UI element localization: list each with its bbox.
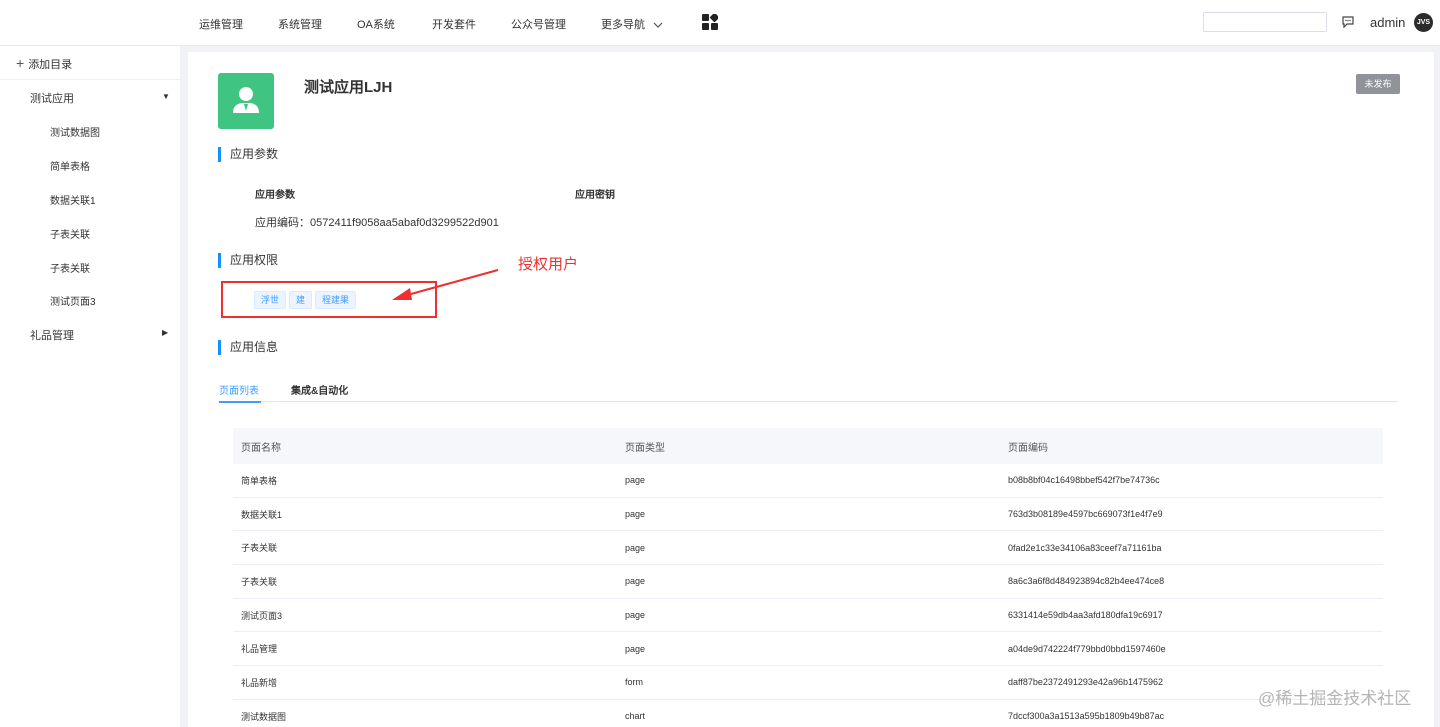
section-params-title: 应用参数 [218,147,278,162]
nav-oa[interactable]: OA系统 [357,16,395,32]
section-info-title: 应用信息 [218,340,278,355]
cell-name: 简单表格 [241,475,278,486]
nav-wechat[interactable]: 公众号管理 [511,16,566,32]
info-tabs: 页面列表 集成&自动化 [218,374,1398,403]
table-header: 页面名称 页面类型 页面编码 [233,428,1383,464]
caret-right-icon[interactable]: ▶ [162,328,168,337]
secret-label: 应用密钥 [575,190,615,201]
table-row[interactable]: 数据关联1 page 763d3b08189e4597bc669073f1e4f… [233,498,1383,532]
cell-name: 礼品管理 [241,644,278,655]
nav-ops[interactable]: 运维管理 [199,16,243,32]
sidebar-item[interactable]: 子表关联 [50,226,90,241]
apps-grid-icon[interactable] [702,12,720,30]
cell-code: b08b8bf04c16498bbef542f7be74736c [1008,475,1160,486]
nav-more[interactable]: 更多导航 [601,16,663,32]
permission-tags: 浮世建程建果 [254,291,359,309]
cell-type: page [625,475,646,486]
table-row[interactable]: 子表关联 page 0fad2e1c33e34106a83ceef7a71161… [233,531,1383,566]
cell-type: page [625,610,646,621]
message-icon[interactable] [1341,15,1355,29]
cell-name: 数据关联1 [241,509,283,520]
cell-code: 763d3b08189e4597bc669073f1e4f7e9 [1008,509,1163,520]
header-type: 页面类型 [625,442,665,454]
table-row[interactable]: 子表关联 page 8a6c3a6f8d484923894c82b4ee474c… [233,565,1383,599]
app-title: 测试应用LJH [304,79,393,96]
nav-system[interactable]: 系统管理 [278,16,322,32]
add-directory-button[interactable]: + 添加目录 [16,55,72,72]
add-directory-label: 添加目录 [28,59,73,71]
publish-status-button[interactable]: 未发布 [1356,74,1400,94]
app-code: 应用编码：0572411f9058aa5abaf0d3299522d901 [255,217,499,229]
table-row[interactable]: 测试页面3 page 6331414e59db4aa3afd180dfa19c6… [233,599,1383,633]
user-tag[interactable]: 程建果 [315,291,357,309]
sidebar-divider [0,79,180,80]
cell-name: 子表关联 [241,576,278,587]
page-table: 页面名称 页面类型 页面编码 简单表格 page b08b8bf04c16498… [233,428,1383,727]
cell-type: page [625,643,646,654]
nav-devkit[interactable]: 开发套件 [432,16,476,32]
cell-name: 测试数据图 [241,711,287,722]
sidebar: + 添加目录 测试应用 ▼ 测试数据图 简单表格 数据关联1 子表关联 子表关联 … [0,46,180,727]
cell-type: page [625,576,646,587]
table-row[interactable]: 测试数据图 chart 7dccf300a3a1513a595b1809b49b… [233,700,1383,727]
cell-code: 8a6c3a6f8d484923894c82b4ee474ce8 [1008,576,1165,587]
sidebar-item[interactable]: 测试数据图 [50,124,100,139]
top-navbar: 运维管理 系统管理 OA系统 开发套件 公众号管理 更多导航 admin JVS [0,0,1440,46]
app-detail-panel: 测试应用LJH 未发布 应用参数 应用参数 应用密钥 应用编码：0572411f… [188,52,1434,727]
cell-code: 7dccf300a3a1513a595b1809b49b87ac [1008,711,1165,722]
search-input[interactable] [1203,12,1327,32]
sidebar-group-gift[interactable]: 礼品管理 [30,327,74,343]
cell-name: 子表关联 [241,543,278,554]
header-code: 页面编码 [1008,442,1048,454]
avatar[interactable]: JVS [1414,13,1433,32]
cell-type: chart [625,711,646,722]
active-tab-indicator [219,401,261,403]
plus-icon: + [16,55,25,71]
cell-type: page [625,509,646,520]
user-tag[interactable]: 浮世 [254,291,287,309]
table-row[interactable]: 礼品新增 form daff87be2372491293e42a96b14759… [233,666,1383,700]
cell-name: 测试页面3 [241,610,283,621]
cell-type: page [625,542,646,553]
param-label: 应用参数 [255,190,295,201]
cell-name: 礼品新增 [241,677,278,688]
sidebar-item[interactable]: 数据关联1 [50,192,96,207]
sidebar-item[interactable]: 测试页面3 [50,293,96,308]
app-icon [218,73,274,129]
sidebar-item[interactable]: 子表关联 [50,260,90,275]
caret-down-icon[interactable]: ▼ [162,92,170,101]
cell-code: daff87be2372491293e42a96b1475962 [1008,677,1163,688]
sidebar-item[interactable]: 简单表格 [50,158,90,173]
nav-more-label: 更多导航 [601,19,645,31]
watermark: @稀土掘金技术社区 [1258,689,1412,708]
annotation-label: 授权用户 [518,256,579,273]
tab-page-list[interactable]: 页面列表 [219,382,259,397]
chevron-down-icon [653,19,663,31]
cell-code: a04de9d742224f779bbd0bbd1597460e [1008,643,1166,654]
annotation-arrow-icon [392,269,499,300]
cell-code: 6331414e59db4aa3afd180dfa19c6917 [1008,610,1163,621]
cell-code: 0fad2e1c33e34106a83ceef7a71161ba [1008,542,1162,553]
cell-type: form [625,677,643,688]
tab-integration[interactable]: 集成&自动化 [291,382,348,397]
user-tag[interactable]: 建 [289,291,313,309]
table-row[interactable]: 礼品管理 page a04de9d742224f779bbd0bbd159746… [233,632,1383,667]
section-permissions-title: 应用权限 [218,253,278,268]
table-row[interactable]: 简单表格 page b08b8bf04c16498bbef542f7be7473… [233,464,1383,498]
username[interactable]: admin [1370,15,1405,30]
header-name: 页面名称 [241,442,281,454]
sidebar-group-test-app[interactable]: 测试应用 [30,90,74,106]
